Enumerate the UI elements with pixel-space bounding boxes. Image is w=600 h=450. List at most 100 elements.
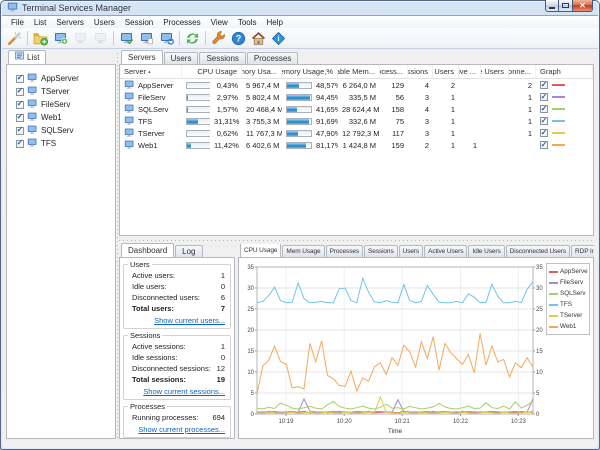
tree-item-appserver[interactable]: ✓AppServer — [16, 72, 115, 85]
checkbox-appserver[interactable]: ✓ — [16, 75, 24, 83]
tab-sessions[interactable]: Sessions — [199, 52, 245, 64]
chart-tab-rdp-incoming-bytes[interactable]: RDP Incoming Bytes — [571, 245, 594, 257]
servers-table-header: Server▴CPU UsageMemory Usa...Memory Usag… — [120, 65, 593, 79]
column-header-sessions[interactable]: Sessions — [408, 65, 433, 78]
chart-tab-disconnected-users[interactable]: Disconnected Users — [506, 245, 570, 257]
tab-users[interactable]: Users — [164, 52, 199, 64]
menu-users[interactable]: Users — [89, 18, 120, 27]
chart-tab-label-processes: Processes — [330, 246, 359, 257]
menu-view[interactable]: View — [206, 18, 233, 27]
checkbox-tfs[interactable]: ✓ — [16, 140, 24, 148]
disconnected-users-value: 1 — [509, 129, 536, 138]
chart-tab-mem-usage[interactable]: Mem Usage — [282, 245, 324, 257]
tree-item-tfs[interactable]: ✓TFS — [16, 137, 115, 150]
column-header-memory-usa[interactable]: Memory Usa... — [242, 65, 282, 78]
menu-list[interactable]: List — [29, 18, 51, 27]
tab-list[interactable]: List — [8, 50, 46, 64]
series-color-dash — [552, 108, 565, 110]
checkbox-tserver[interactable]: ✓ — [16, 88, 24, 96]
column-header-cpu-usage[interactable]: CPU Usage — [182, 65, 242, 78]
tree-item-web1[interactable]: ✓Web1 — [16, 111, 115, 124]
disconnected-users-value: 1 — [509, 93, 536, 102]
tree-item-tserver[interactable]: ✓TServer — [16, 85, 115, 98]
chart-tab-active-users[interactable]: Active Users — [424, 245, 467, 257]
menu-processes[interactable]: Processes — [158, 18, 205, 27]
server-row-tfs[interactable]: TFS31,31%3 755,3 M91,69%332,6 M75311✓ — [120, 115, 593, 127]
column-header-label: Process... — [380, 67, 403, 76]
link-show-current-processes[interactable]: Show current processes... — [127, 423, 227, 436]
menu-session[interactable]: Session — [120, 18, 158, 27]
cpu-usage-bar-track — [186, 106, 210, 113]
checkbox-web1[interactable]: ✓ — [16, 114, 24, 122]
checkbox-sqlserv[interactable]: ✓ — [16, 127, 24, 135]
graph-checkbox[interactable]: ✓ — [540, 129, 548, 137]
help-icon[interactable]: ? — [229, 29, 248, 47]
chart-legend: AppServerFileServSQLServTFSTServerWeb1 — [546, 263, 590, 335]
refresh-icon[interactable] — [183, 29, 202, 47]
server-row-web1[interactable]: Web111,42%6 402,6 M81,17%1 424,8 M159211… — [120, 139, 593, 151]
checkbox-fileserv[interactable]: ✓ — [16, 101, 24, 109]
horizontal-splitter[interactable] — [119, 240, 594, 241]
settings-wrench-icon[interactable] — [209, 29, 228, 47]
tree-item-sqlserv[interactable]: ✓SQLServ — [16, 124, 115, 137]
column-header-idle-users[interactable]: Idle Users — [481, 65, 509, 78]
disconnect-server-icon[interactable] — [137, 29, 156, 47]
about-icon[interactable]: i — [269, 29, 288, 47]
server-row-tserver[interactable]: TServer0,62%11 767,3 M47,90%12 792,3 M11… — [120, 127, 593, 139]
vertical-splitter[interactable] — [117, 53, 118, 438]
chart-tab-idle-users[interactable]: Idle Users — [468, 245, 504, 257]
disconnected-users-value: 2 — [509, 81, 536, 90]
column-header-disconne[interactable]: Disconne... — [509, 65, 536, 78]
dashboard-body: UsersActive users:1Idle users:0Disconnec… — [119, 257, 235, 439]
menu-tools[interactable]: Tools — [233, 18, 262, 27]
column-header-memory-usage[interactable]: Memory Usage,% — [282, 65, 338, 78]
column-header-process[interactable]: Process... — [380, 65, 408, 78]
column-header-server[interactable]: Server▴ — [120, 65, 182, 78]
tab-log[interactable]: Log — [175, 245, 202, 257]
legend-label: SQLServ — [560, 290, 586, 297]
tree-item-label: FileServ — [41, 100, 70, 109]
minimize-button[interactable] — [545, 0, 559, 12]
available-memory-value: 332,6 M — [338, 117, 380, 126]
column-header-available-mem[interactable]: Available Mem... — [338, 65, 380, 78]
server-row-appserver[interactable]: AppServer0,43%5 967,4 M48,57%6 264,0 M12… — [120, 79, 593, 91]
tab-dashboard[interactable]: Dashboard — [121, 243, 174, 257]
magic-wand-icon[interactable] — [5, 29, 24, 47]
maximize-button[interactable] — [559, 0, 573, 12]
server-row-sqlserv[interactable]: SQLServ1,57%20 468,4 M41,65%28 624,4 M15… — [120, 103, 593, 115]
stat-value: 1 — [221, 271, 225, 280]
memory-usage-value: 20 468,4 M — [242, 105, 282, 114]
tree-item-fileserv[interactable]: ✓ FileServ — [16, 98, 115, 111]
graph-cell: ✓ — [536, 93, 593, 101]
legend-item-appserver: AppServer — [548, 266, 588, 277]
chart-tab-users[interactable]: Users — [399, 245, 423, 257]
tab-servers[interactable]: Servers — [121, 50, 163, 64]
chart-tab-processes[interactable]: Processes — [326, 245, 363, 257]
tab-processes[interactable]: Processes — [247, 52, 298, 64]
graph-checkbox[interactable]: ✓ — [540, 117, 548, 125]
column-header-active[interactable]: Active ... — [459, 65, 481, 78]
add-server-icon[interactable] — [51, 29, 70, 47]
reconnect-server-icon[interactable] — [157, 29, 176, 47]
connect-server-icon[interactable] — [117, 29, 136, 47]
menu-file[interactable]: File — [6, 18, 29, 27]
chart-tab-sessions[interactable]: Sessions — [364, 245, 398, 257]
server-row-fileserv[interactable]: FileServ2,97%5 802,4 M94,45%335,5 M56311… — [120, 91, 593, 103]
link-show-current-users[interactable]: Show current users... — [127, 314, 227, 327]
graph-checkbox[interactable]: ✓ — [540, 81, 548, 89]
stat-disconnected-users: Disconnected users:6 — [127, 292, 227, 303]
chart-tab-cpu-usage[interactable]: CPU Usage — [240, 244, 281, 257]
graph-checkbox[interactable]: ✓ — [540, 93, 548, 101]
graph-checkbox[interactable]: ✓ — [540, 105, 548, 113]
column-header-graph[interactable]: Graph — [536, 65, 593, 78]
stat-label: Idle sessions: — [132, 353, 177, 362]
link-show-current-sessions[interactable]: Show current sessions... — [127, 385, 227, 398]
chart-body: 005510101515202025253030353510:1910:2010… — [238, 257, 594, 439]
close-button[interactable]: ✕ — [573, 0, 593, 12]
home-icon[interactable] — [249, 29, 268, 47]
add-list-icon[interactable] — [31, 29, 50, 47]
menu-servers[interactable]: Servers — [51, 18, 89, 27]
column-header-users[interactable]: Users — [433, 65, 459, 78]
graph-checkbox[interactable]: ✓ — [540, 141, 548, 149]
menu-help[interactable]: Help — [262, 18, 288, 27]
